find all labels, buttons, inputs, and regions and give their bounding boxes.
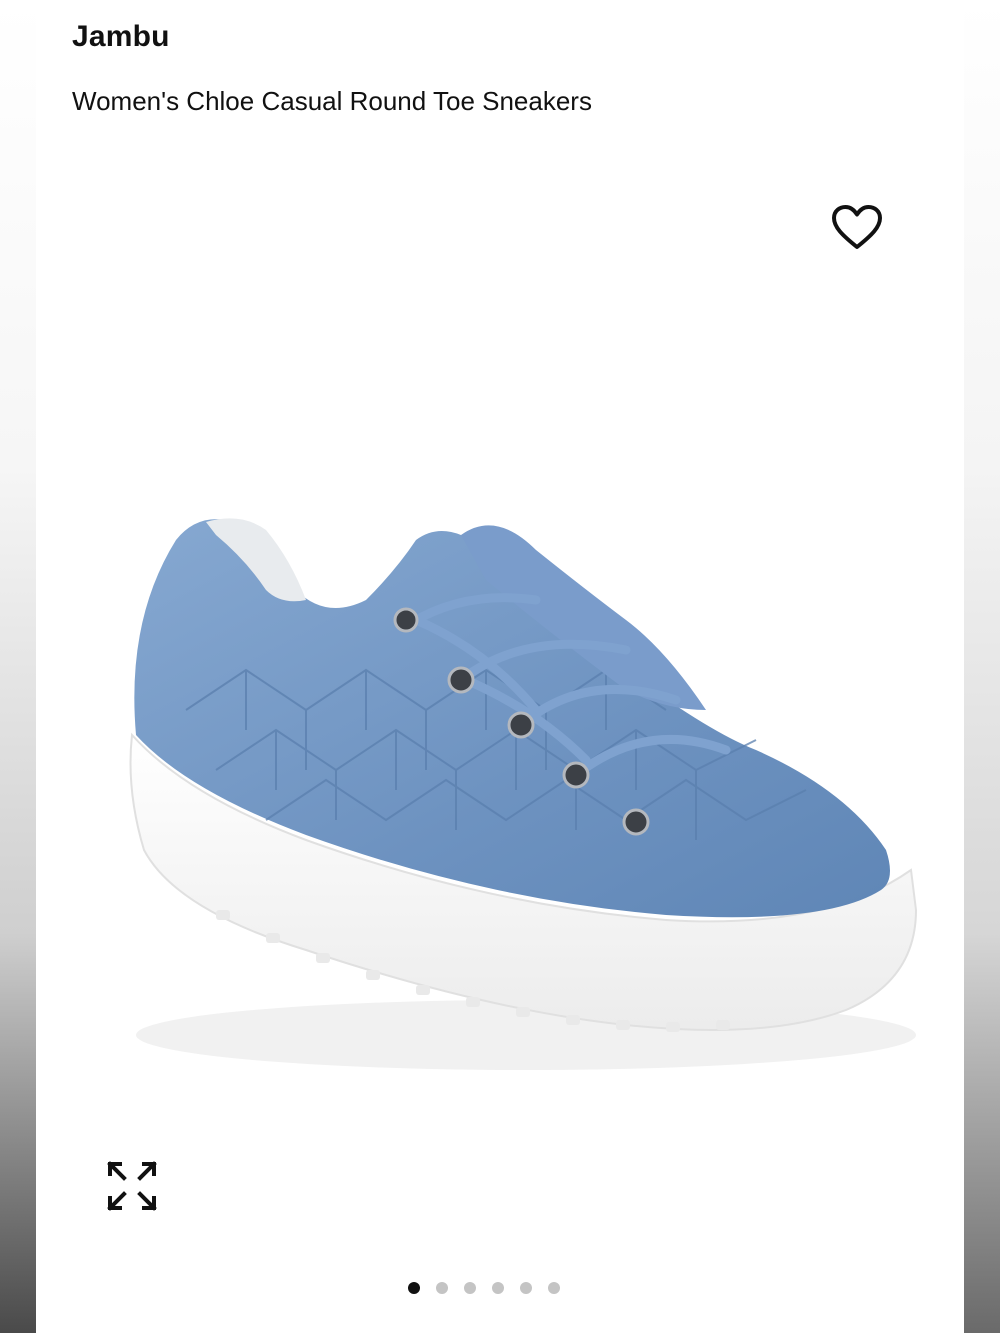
product-page: Jambu Women's Chloe Casual Round Toe Sne… xyxy=(36,0,964,1333)
sneaker-image xyxy=(129,518,918,1070)
carousel-indicator xyxy=(408,1280,560,1296)
favorite-button[interactable] xyxy=(830,203,884,253)
right-edge-shadow xyxy=(964,0,1000,1333)
heart-outline-icon xyxy=(832,205,882,249)
carousel-dot-3[interactable] xyxy=(464,1282,476,1294)
expand-image-button[interactable] xyxy=(106,1160,158,1212)
product-image[interactable] xyxy=(66,150,936,1250)
expand-arrows-icon xyxy=(107,1161,157,1211)
product-title: Women's Chloe Casual Round Toe Sneakers xyxy=(72,86,592,116)
carousel-dot-4[interactable] xyxy=(492,1282,504,1294)
carousel-dot-1[interactable] xyxy=(408,1282,420,1294)
brand-name[interactable]: Jambu xyxy=(72,20,170,54)
carousel-dot-6[interactable] xyxy=(548,1282,560,1294)
carousel-dot-2[interactable] xyxy=(436,1282,448,1294)
left-edge-shadow xyxy=(0,0,36,1333)
carousel-dot-5[interactable] xyxy=(520,1282,532,1294)
